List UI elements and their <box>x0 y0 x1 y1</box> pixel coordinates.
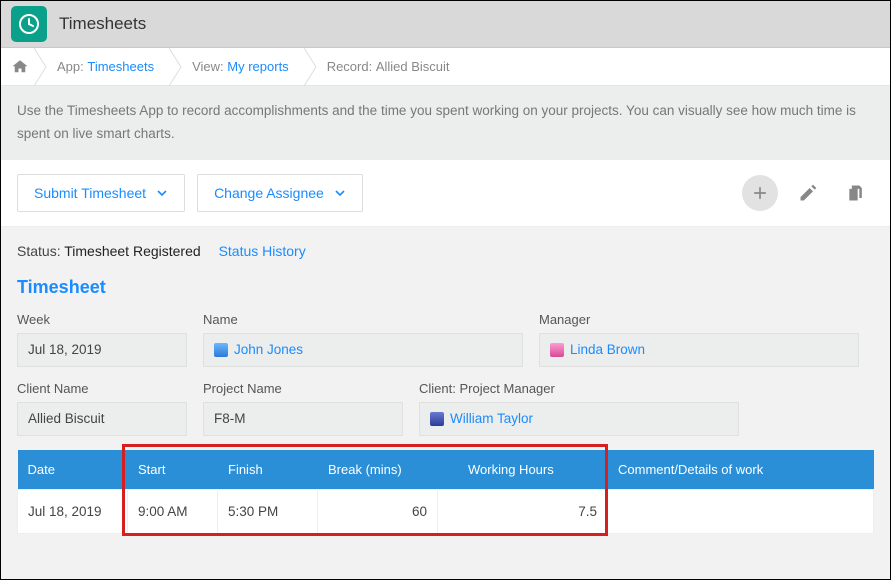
client-pm-text: William Taylor <box>450 411 533 426</box>
cell-start: 9:00 AM <box>128 489 218 533</box>
th-comment: Comment/Details of work <box>608 450 874 490</box>
breadcrumb: App: Timesheets View: My reports Record:… <box>1 48 890 86</box>
app-header: Timesheets <box>1 1 890 48</box>
week-label: Week <box>17 312 187 327</box>
crumb-record-label: Record: <box>327 59 373 74</box>
crumb-view[interactable]: View: My reports <box>170 48 305 86</box>
crumb-record-text: Allied Biscuit <box>376 59 450 74</box>
cell-hours: 7.5 <box>438 489 608 533</box>
crumb-app-link[interactable]: Timesheets <box>87 59 154 74</box>
avatar-icon <box>430 412 444 426</box>
client-name-label: Client Name <box>17 381 187 396</box>
section-title: Timesheet <box>1 267 890 312</box>
status-label: Status: <box>17 243 61 259</box>
manager-label: Manager <box>539 312 859 327</box>
avatar-icon <box>550 343 564 357</box>
app-icon-clock <box>11 6 47 42</box>
change-assignee-button[interactable]: Change Assignee <box>197 174 363 212</box>
table-header-row: Date Start Finish Break (mins) Working H… <box>18 450 874 490</box>
th-finish: Finish <box>218 450 318 490</box>
crumb-view-link[interactable]: My reports <box>227 59 288 74</box>
change-assignee-label: Change Assignee <box>214 185 324 201</box>
crumb-view-label: View: <box>192 59 224 74</box>
status-history-link[interactable]: Status History <box>219 243 306 259</box>
status-row: Status: Timesheet Registered Status Hist… <box>1 227 890 267</box>
pencil-icon <box>798 183 818 203</box>
timesheet-table-area: Date Start Finish Break (mins) Working H… <box>1 450 890 534</box>
submit-timesheet-button[interactable]: Submit Timesheet <box>17 174 185 212</box>
th-break: Break (mins) <box>318 450 438 490</box>
chevron-down-icon <box>156 187 168 199</box>
table-row[interactable]: Jul 18, 2019 9:00 AM 5:30 PM 60 7.5 <box>18 489 874 533</box>
crumb-app-label: App: <box>57 59 84 74</box>
th-hours: Working Hours <box>438 450 608 490</box>
avatar-icon <box>214 343 228 357</box>
submit-timesheet-label: Submit Timesheet <box>34 185 146 201</box>
manager-value[interactable]: Linda Brown <box>539 333 859 367</box>
status-value: Timesheet Registered <box>64 243 200 259</box>
home-icon[interactable] <box>11 58 29 76</box>
name-text: John Jones <box>234 342 303 357</box>
add-button[interactable] <box>742 175 778 211</box>
name-value[interactable]: John Jones <box>203 333 523 367</box>
app-title: Timesheets <box>59 14 146 34</box>
action-toolbar: Submit Timesheet Change Assignee <box>1 160 890 227</box>
client-name-value: Allied Biscuit <box>17 402 187 436</box>
crumb-app[interactable]: App: Timesheets <box>35 48 170 86</box>
cell-comment <box>608 489 874 533</box>
copy-button[interactable] <box>838 175 874 211</box>
name-label: Name <box>203 312 523 327</box>
client-pm-value[interactable]: William Taylor <box>419 402 739 436</box>
manager-text: Linda Brown <box>570 342 645 357</box>
timesheet-table: Date Start Finish Break (mins) Working H… <box>17 450 874 534</box>
project-name-label: Project Name <box>203 381 403 396</box>
cell-finish: 5:30 PM <box>218 489 318 533</box>
week-value: Jul 18, 2019 <box>17 333 187 367</box>
client-pm-label: Client: Project Manager <box>419 381 739 396</box>
plus-icon <box>750 183 770 203</box>
th-start: Start <box>128 450 218 490</box>
app-description: Use the Timesheets App to record accompl… <box>1 86 890 160</box>
form-area: Week Jul 18, 2019 Name John Jones Manage… <box>1 312 890 436</box>
th-date: Date <box>18 450 128 490</box>
cell-date: Jul 18, 2019 <box>18 489 128 533</box>
project-name-value: F8-M <box>203 402 403 436</box>
cell-break: 60 <box>318 489 438 533</box>
crumb-record: Record: Allied Biscuit <box>305 48 466 86</box>
content-area: Use the Timesheets App to record accompl… <box>1 86 890 579</box>
chevron-down-icon <box>334 187 346 199</box>
copy-icon <box>846 183 866 203</box>
edit-button[interactable] <box>790 175 826 211</box>
